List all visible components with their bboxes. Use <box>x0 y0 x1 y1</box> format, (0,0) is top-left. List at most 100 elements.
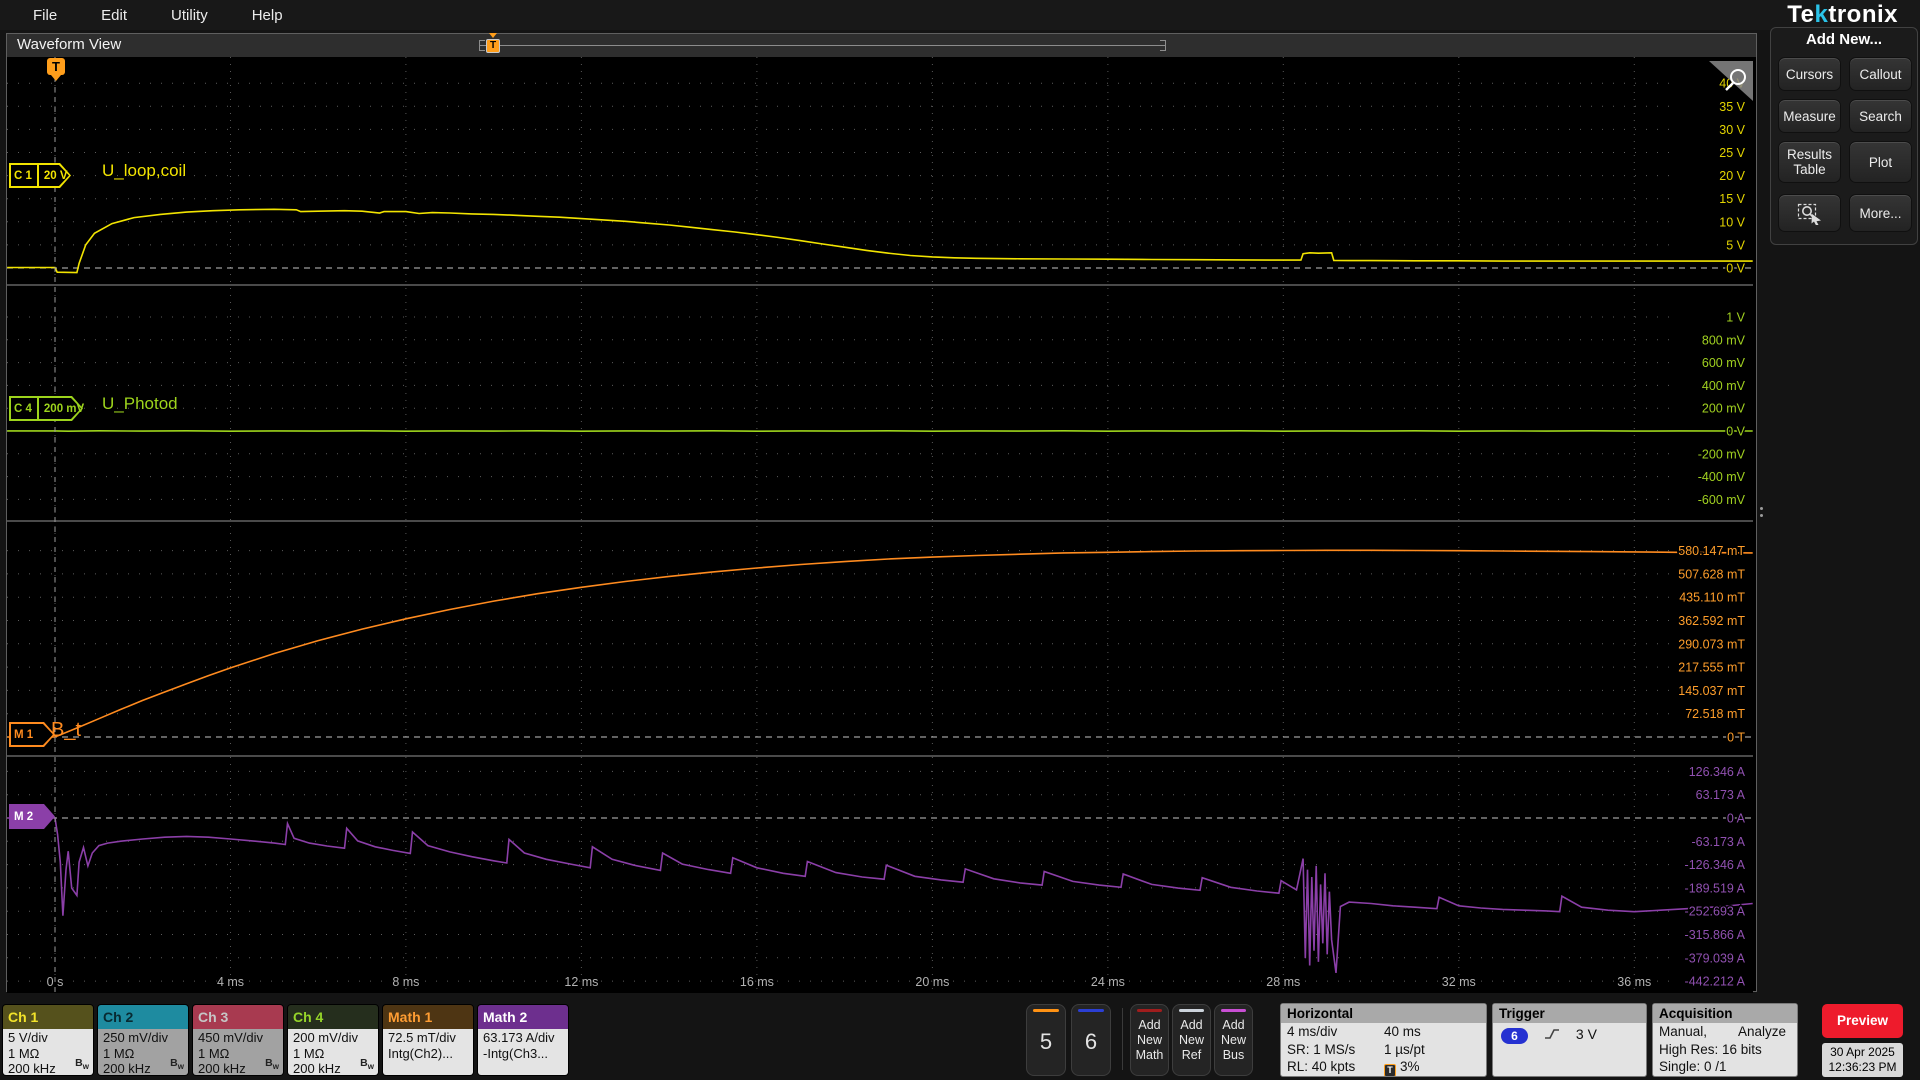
channel-badge-c1[interactable]: C 1 20 V <box>9 163 71 188</box>
scale-button-6[interactable]: 6 <box>1071 1004 1111 1076</box>
badge-channel: M 2 <box>14 810 34 823</box>
math-card-title: Math 1 <box>383 1005 473 1029</box>
callout-button[interactable]: Callout <box>1849 57 1912 91</box>
badge-channel: M 1 <box>14 728 34 741</box>
channel-card-ch2[interactable]: Ch 2 250 mV/div 1 MΩ 200 kHz Bw <box>97 1004 189 1076</box>
svg-text:15 V: 15 V <box>1719 192 1745 206</box>
more-button[interactable]: More... <box>1849 194 1912 232</box>
math-badge-m2[interactable]: M 2 <box>9 804 55 829</box>
bandwidth-limit-icon: Bw <box>265 1057 279 1072</box>
badge-scale: 200 mV <box>36 396 84 421</box>
acquisition-panel[interactable]: Acquisition Manual, Analyze High Res: 16 … <box>1652 1003 1798 1077</box>
svg-text:0 T: 0 T <box>1727 731 1745 745</box>
svg-text:435.110 mT: 435.110 mT <box>1679 591 1745 605</box>
time-text: 12:36:23 PM <box>1828 1060 1897 1074</box>
acquisition-overview-bar[interactable] <box>479 45 1166 46</box>
trace-label-uloopcoil[interactable]: U_loop,coil <box>102 161 186 181</box>
channel-scale: 450 mV/div <box>198 1030 264 1045</box>
trigger-flag-icon[interactable]: T <box>47 58 65 81</box>
datetime-display[interactable]: 30 Apr 2025 12:36:23 PM <box>1822 1043 1903 1077</box>
svg-text:200 mV: 200 mV <box>1702 402 1746 416</box>
menu-utility[interactable]: Utility <box>171 7 208 24</box>
svg-text:-189.519 A: -189.519 A <box>1685 881 1746 895</box>
menu-help[interactable]: Help <box>252 7 283 24</box>
svg-text:35 V: 35 V <box>1719 100 1745 114</box>
svg-text:16 ms: 16 ms <box>740 975 774 989</box>
svg-text:0 A: 0 A <box>1727 812 1746 826</box>
channel-badge-c4[interactable]: C 4 200 mV <box>9 396 84 421</box>
svg-text:24 ms: 24 ms <box>1091 975 1125 989</box>
channel-card-title: Ch 1 <box>3 1005 93 1029</box>
menu-file[interactable]: File <box>33 7 57 24</box>
plot-button[interactable]: Plot <box>1849 141 1912 183</box>
channel-card-ch3[interactable]: Ch 3 450 mV/div 1 MΩ 200 kHz Bw <box>192 1004 284 1076</box>
svg-text:-315.866 A: -315.866 A <box>1685 928 1746 942</box>
svg-text:400 mV: 400 mV <box>1702 379 1746 393</box>
overview-trigger-icon[interactable]: T <box>486 33 500 53</box>
add-new-title: Add New... <box>1805 31 1883 48</box>
svg-text:362.592 mT: 362.592 mT <box>1678 614 1745 628</box>
svg-text:800 mV: 800 mV <box>1702 333 1746 347</box>
menu-edit[interactable]: Edit <box>101 7 127 24</box>
svg-text:32 ms: 32 ms <box>1442 975 1476 989</box>
badge-channel: C 1 <box>14 169 32 182</box>
svg-text:600 mV: 600 mV <box>1702 356 1746 370</box>
math-source: Intg(Ch2)... <box>388 1045 454 1061</box>
waveform-traces[interactable]: 40 V35 V30 V25 V20 V15 V10 V5 V0 V1 V800… <box>7 57 1753 993</box>
svg-text:25 V: 25 V <box>1719 146 1745 160</box>
add-new-bus-button[interactable]: Add New Bus <box>1214 1004 1253 1076</box>
waveform-view: Waveform View T 40 V35 V30 V25 V20 V15 V… <box>6 33 1757 993</box>
math-card-math2[interactable]: Math 2 63.173 A/div -Intg(Ch3... <box>477 1004 569 1076</box>
channel-card-title: Ch 2 <box>98 1005 188 1029</box>
panel-splitter-handle[interactable] <box>1760 503 1763 521</box>
menu-bar: File Edit Utility Help <box>0 0 1920 30</box>
acquisition-mode: Manual, <box>1659 1024 1708 1039</box>
svg-text:580.147 mT: 580.147 mT <box>1678 544 1745 558</box>
add-new-panel: Add New... Cursors Callout Measure Searc… <box>1770 27 1918 245</box>
add-new-math-button[interactable]: Add New Math <box>1130 1004 1169 1076</box>
trace-label-bt[interactable]: B_t <box>51 719 81 742</box>
channel-card-title: Ch 4 <box>288 1005 378 1029</box>
trigger-panel[interactable]: Trigger 6 3 V <box>1492 1003 1647 1077</box>
scale-button-5[interactable]: 5 <box>1026 1004 1066 1076</box>
acquisition-analyze: Analyze <box>1738 1024 1787 1039</box>
results-table-button[interactable]: Results Table <box>1778 141 1841 183</box>
svg-text:217.555 mT: 217.555 mT <box>1678 661 1745 675</box>
svg-text:-400 mV: -400 mV <box>1698 470 1746 484</box>
channel-card-ch4[interactable]: Ch 4 200 mV/div 1 MΩ 200 kHz Bw <box>287 1004 379 1076</box>
horizontal-panel[interactable]: Horizontal 4 ms/div 40 ms SR: 1 MS/s 1 µs/… <box>1280 1003 1487 1077</box>
math-card-math1[interactable]: Math 1 72.5 mT/div Intg(Ch2)... <box>382 1004 474 1076</box>
math-card-title: Math 2 <box>478 1005 568 1029</box>
record-length: RL: 40 kpts <box>1287 1059 1356 1074</box>
date-text: 30 Apr 2025 <box>1830 1045 1895 1059</box>
trace-label-uphotod[interactable]: U_Photod <box>102 394 178 414</box>
preview-button[interactable]: Preview <box>1822 1004 1903 1038</box>
svg-text:20 V: 20 V <box>1719 169 1745 183</box>
horizontal-scale: 4 ms/div <box>1287 1024 1338 1039</box>
tektronix-logo: Tektronix <box>1787 1 1898 28</box>
cursors-button[interactable]: Cursors <box>1778 57 1841 91</box>
rising-edge-icon <box>1545 1029 1560 1039</box>
svg-text:-200 mV: -200 mV <box>1698 447 1746 461</box>
svg-text:36 ms: 36 ms <box>1617 975 1651 989</box>
badge-scale: 20 V <box>36 163 68 188</box>
measure-button[interactable]: Measure <box>1778 99 1841 133</box>
search-button[interactable]: Search <box>1849 99 1912 133</box>
svg-text:20 ms: 20 ms <box>915 975 949 989</box>
oscilloscope-app: File Edit Utility Help Tektronix Wavefor… <box>0 0 1920 1080</box>
add-new-ref-button[interactable]: Add New Ref <box>1172 1004 1211 1076</box>
svg-text:8 ms: 8 ms <box>392 975 419 989</box>
svg-text:12 ms: 12 ms <box>564 975 598 989</box>
zoom-select-button[interactable] <box>1778 194 1841 232</box>
channel-scale: 250 mV/div <box>103 1030 169 1045</box>
bandwidth-limit-icon: Bw <box>75 1057 89 1072</box>
plot-area[interactable]: 40 V35 V30 V25 V20 V15 V10 V5 V0 V1 V800… <box>7 57 1753 993</box>
channel-card-ch1[interactable]: Ch 1 5 V/div 1 MΩ 200 kHz Bw <box>2 1004 94 1076</box>
waveform-view-titlebar: Waveform View T <box>7 33 1756 57</box>
horizontal-panel-title: Horizontal <box>1281 1004 1486 1023</box>
svg-text:0 V: 0 V <box>1726 425 1745 439</box>
math-badge-m1[interactable]: M 1 <box>9 722 55 747</box>
zoom-select-icon <box>1797 203 1821 225</box>
svg-text:126.346 A: 126.346 A <box>1689 765 1746 779</box>
overview-left-bracket <box>479 40 485 51</box>
